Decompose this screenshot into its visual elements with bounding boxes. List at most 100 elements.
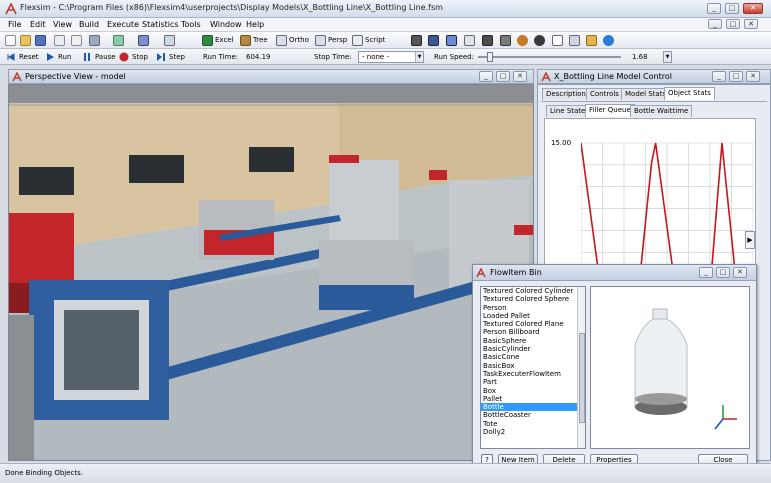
flowitem-bin-dialog: FlowItem Bin _ □ ✕ Textured Colored Cyli… — [472, 264, 757, 475]
object-tool-icon[interactable] — [113, 35, 124, 46]
view-maximize-button[interactable]: □ — [496, 71, 510, 82]
new-file-icon[interactable] — [5, 35, 16, 46]
menu-window[interactable]: Window — [210, 20, 242, 29]
stop-time-dropdown[interactable]: - none - ▼ — [358, 51, 424, 63]
list-item[interactable]: Box — [481, 387, 585, 395]
menu-build[interactable]: Build — [79, 20, 99, 29]
list-item-selected[interactable]: Bottle — [481, 403, 585, 412]
list-item[interactable]: Part — [481, 378, 585, 386]
script-icon[interactable] — [352, 35, 363, 46]
select-arrow-icon[interactable] — [54, 35, 65, 46]
tools-icon[interactable] — [586, 35, 597, 46]
settings-icon[interactable] — [569, 35, 580, 46]
list-item[interactable]: Textured Colored Sphere — [481, 295, 585, 303]
tab-description[interactable]: Description — [542, 88, 590, 100]
list-scrollbar[interactable] — [577, 287, 585, 448]
list-item[interactable]: TaskExecuterFlowItem — [481, 370, 585, 378]
bin-maximize-button[interactable]: □ — [716, 267, 730, 278]
help-icon[interactable] — [552, 35, 563, 46]
list-item[interactable]: Tote — [481, 420, 585, 428]
perspective-viewport[interactable] — [8, 84, 534, 461]
bottle-preview — [634, 308, 737, 430]
view-minimize-button[interactable]: _ — [479, 71, 493, 82]
panel-icon[interactable] — [482, 35, 493, 46]
record-dot-icon[interactable] — [534, 35, 545, 46]
globe-icon[interactable] — [603, 35, 614, 46]
stop-button[interactable]: Stop — [132, 53, 148, 61]
list-item[interactable]: BasicCone — [481, 353, 585, 361]
factory-scene[interactable] — [9, 85, 534, 461]
camera-icon[interactable] — [500, 35, 511, 46]
list-item[interactable]: Dolly2 — [481, 428, 585, 436]
flowitem-preview[interactable] — [590, 286, 750, 449]
tree-icon[interactable] — [240, 35, 251, 46]
menu-edit[interactable]: Edit — [30, 20, 46, 29]
ortho-label[interactable]: Ortho — [289, 36, 309, 44]
list-item[interactable]: Textured Colored Cylinder — [481, 287, 585, 295]
subtab-bottle-waittime[interactable]: Bottle Waittime — [630, 105, 693, 117]
ortho-icon[interactable] — [276, 35, 287, 46]
list-item[interactable]: Person Billboard — [481, 328, 585, 336]
list-item[interactable]: BottleCoaster — [481, 411, 585, 419]
pause-button[interactable]: Pause — [95, 53, 116, 61]
grid-icon[interactable] — [446, 35, 457, 46]
subtab-filler-queue[interactable]: Filler Queue — [585, 104, 635, 117]
mdi-restore-button[interactable]: □ — [726, 19, 740, 29]
persp-icon[interactable] — [315, 35, 326, 46]
minimize-button[interactable]: _ — [707, 3, 721, 14]
list-item[interactable]: BasicCylinder — [481, 345, 585, 353]
persp-label[interactable]: Persp — [328, 36, 347, 44]
tab-controls[interactable]: Controls — [586, 88, 623, 100]
list-item[interactable]: Loaded Pallet — [481, 312, 585, 320]
list-item[interactable]: Pallet — [481, 395, 585, 403]
mdi-close-button[interactable]: ✕ — [744, 19, 758, 29]
reset-button[interactable]: Reset — [19, 53, 39, 61]
list-item[interactable]: BasicBox — [481, 362, 585, 370]
chevron-right-icon[interactable]: ▶ — [745, 231, 755, 249]
menu-statistics[interactable]: Statistics — [142, 20, 179, 29]
table-icon[interactable] — [428, 35, 439, 46]
view-close-button[interactable]: ✕ — [513, 71, 527, 82]
list-item[interactable]: BasicSphere — [481, 337, 585, 345]
tab-model-stats[interactable]: Model Stats — [621, 88, 671, 100]
panel-maximize-button[interactable]: □ — [729, 71, 743, 82]
red-machine[interactable] — [9, 213, 74, 283]
menu-view[interactable]: View — [53, 20, 72, 29]
tab-object-stats[interactable]: Object Stats — [664, 87, 715, 100]
close-button[interactable]: ✕ — [743, 3, 763, 14]
run-button[interactable]: Run — [58, 53, 71, 61]
scrollbar-thumb[interactable] — [579, 333, 585, 423]
list-item[interactable]: Textured Colored Plane — [481, 320, 585, 328]
open-folder-icon[interactable] — [20, 35, 31, 46]
color-tool-icon[interactable] — [138, 35, 149, 46]
script-label[interactable]: Script — [365, 36, 385, 44]
excel-label[interactable]: Excel — [215, 36, 234, 44]
view-options-icon[interactable] — [164, 35, 175, 46]
bin-minimize-button[interactable]: _ — [699, 267, 713, 278]
panel-minimize-button[interactable]: _ — [712, 71, 726, 82]
subtab-line-state[interactable]: Line State — [546, 105, 590, 117]
menu-help[interactable]: Help — [246, 20, 264, 29]
run-speed-slider[interactable] — [487, 52, 493, 62]
list-item[interactable]: Person — [481, 304, 585, 312]
maximize-button[interactable]: □ — [725, 3, 739, 14]
stop-icon — [119, 52, 129, 62]
menu-file[interactable]: File — [8, 20, 21, 29]
menu-execute[interactable]: Execute — [107, 20, 139, 29]
capper-machine[interactable] — [329, 160, 399, 250]
bin-close-button[interactable]: ✕ — [733, 267, 747, 278]
run-speed-dropdown[interactable]: ▼ — [663, 51, 672, 63]
cursor-icon[interactable] — [71, 35, 82, 46]
panel-close-button[interactable]: ✕ — [746, 71, 760, 82]
menu-tools[interactable]: Tools — [181, 20, 201, 29]
tree-label[interactable]: Tree — [253, 36, 268, 44]
flowitem-list[interactable]: Textured Colored Cylinder Textured Color… — [480, 286, 586, 449]
step-button[interactable]: Step — [169, 53, 185, 61]
excel-icon[interactable] — [202, 35, 213, 46]
sphere-icon[interactable] — [517, 35, 528, 46]
mdi-minimize-button[interactable]: _ — [708, 19, 722, 29]
graph-icon[interactable] — [464, 35, 475, 46]
save-icon[interactable] — [35, 35, 46, 46]
record-icon[interactable] — [411, 35, 422, 46]
connect-icon[interactable] — [89, 35, 100, 46]
